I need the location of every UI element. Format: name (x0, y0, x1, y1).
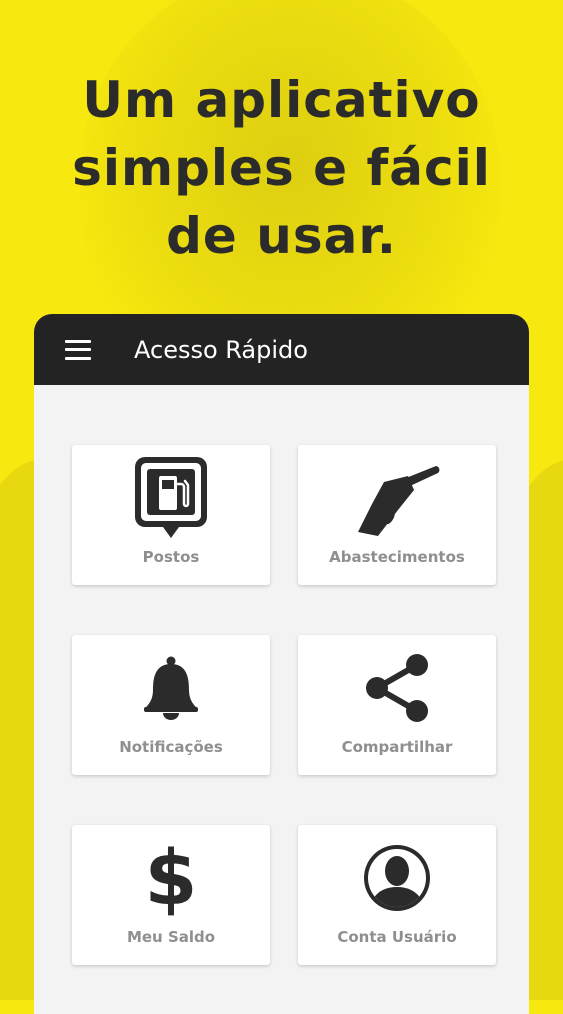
headline-line-2: simples e fácil (72, 139, 491, 197)
tile-label: Notificações (119, 738, 223, 756)
user-account-icon (298, 835, 496, 921)
app-screen: Acesso Rápido Postos Abastecimentos Noti… (34, 314, 529, 1014)
tile-compartilhar[interactable]: Compartilhar (298, 635, 496, 775)
tile-label: Compartilhar (341, 738, 453, 756)
tile-postos[interactable]: Postos (72, 445, 270, 585)
fuel-nozzle-icon (298, 455, 496, 541)
dollar-sign-icon: $ (72, 835, 270, 921)
hamburger-menu-icon[interactable] (65, 339, 91, 360)
svg-text:$: $ (145, 840, 198, 916)
tile-meu-saldo[interactable]: $ Meu Saldo (72, 825, 270, 965)
app-bar-title: Acesso Rápido (134, 335, 308, 364)
share-icon (298, 645, 496, 731)
tile-notificacoes[interactable]: Notificações (72, 635, 270, 775)
tile-abastecimentos[interactable]: Abastecimentos (298, 445, 496, 585)
tile-conta-usuario[interactable]: Conta Usuário (298, 825, 496, 965)
headline-line-1: Um aplicativo (82, 71, 481, 129)
app-bar: Acesso Rápido (34, 314, 529, 385)
bell-icon (72, 645, 270, 731)
tile-label: Abastecimentos (329, 548, 465, 566)
headline-line-3: de usar. (166, 207, 397, 265)
tile-label: Postos (142, 548, 200, 566)
gas-station-pin-icon (72, 455, 270, 541)
tile-label: Conta Usuário (337, 928, 457, 946)
tile-label: Meu Saldo (126, 928, 216, 946)
promo-headline: Um aplicativo simples e fácil de usar. (0, 66, 563, 270)
